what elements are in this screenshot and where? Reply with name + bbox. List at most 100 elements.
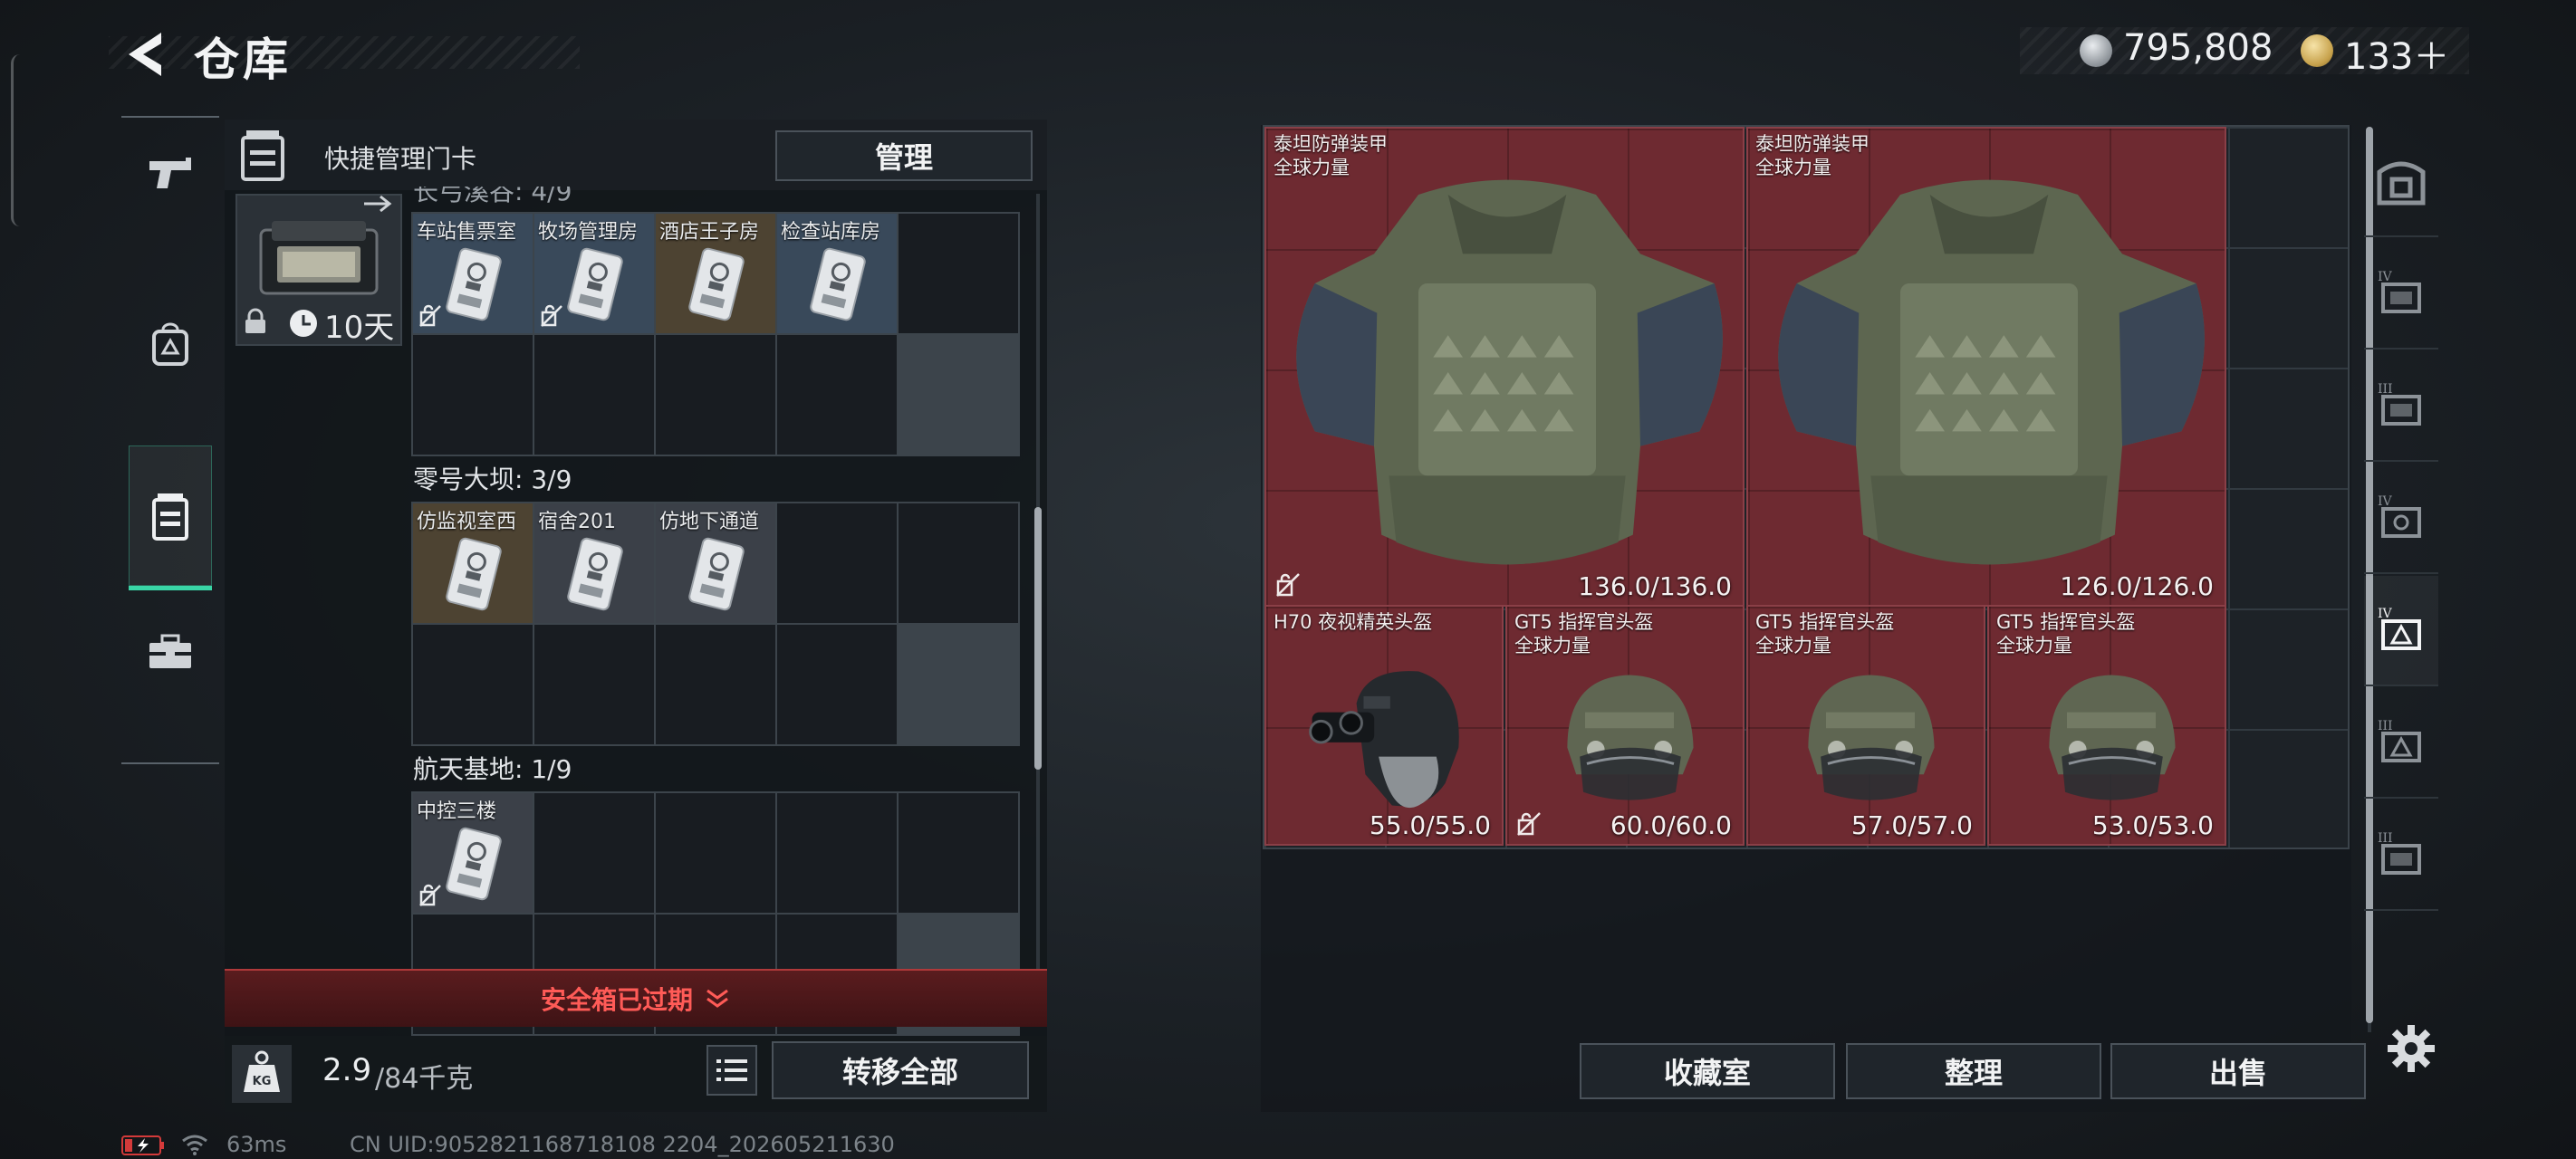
section-title-zero-dam: 零号大坝: 3/9 (413, 465, 572, 494)
empty-keycard-slot[interactable] (777, 793, 897, 913)
nav-item-keycard-case[interactable] (129, 445, 212, 590)
storage-item[interactable]: GT5 指挥官头盔 全球力量 57.0/57.0 (1746, 605, 1985, 846)
keycard-icon (444, 244, 504, 324)
item-name: GT5 指挥官头盔 (1514, 611, 1654, 633)
item-name-block: 泰坦防弹装甲 全球力量 (1274, 132, 1388, 179)
item-durability: 126.0/126.0 (2060, 571, 2214, 601)
item-name: GT5 指挥官头盔 (1996, 611, 2136, 633)
empty-keycard-slot[interactable] (777, 503, 897, 623)
item-durability: 136.0/136.0 (1578, 571, 1732, 601)
empty-keycard-slot[interactable] (534, 625, 654, 744)
empty-keycard-slot[interactable] (656, 793, 775, 913)
nav-item-pistol[interactable] (129, 129, 212, 219)
keycard-case-image (255, 214, 382, 299)
collection-room-button[interactable]: 收藏室 (1580, 1043, 1835, 1099)
storage-tab-6[interactable]: III (2364, 688, 2438, 799)
transfer-all-button[interactable]: 转移全部 (772, 1041, 1029, 1099)
empty-keycard-slot[interactable] (534, 335, 654, 455)
keycard-slot[interactable]: 牧场管理房 (534, 214, 654, 333)
untradeable-icon (1516, 811, 1542, 837)
keycard-slot[interactable]: 仿地下通道 (656, 503, 775, 623)
empty-keycard-slot[interactable] (777, 335, 897, 455)
back-button[interactable] (118, 27, 172, 81)
empty-keycard-slot[interactable] (656, 335, 775, 455)
keycard-label: 车站售票室 (417, 221, 517, 244)
safe-box-icon (2374, 154, 2428, 208)
empty-keycard-slot[interactable] (899, 503, 1018, 623)
ticket-icon (2301, 34, 2333, 67)
untradeable-icon (418, 884, 442, 907)
keycard-label: 牧场管理房 (538, 221, 639, 244)
empty-keycard-slot[interactable] (777, 625, 897, 744)
svg-text:III: III (2378, 719, 2393, 733)
keycard-slot[interactable]: 宿舍201 (534, 503, 654, 623)
list-view-button[interactable] (706, 1045, 757, 1096)
header-decoration (109, 36, 580, 69)
empty-keycard-slot[interactable] (899, 625, 1018, 744)
item-faction: 全球力量 (1514, 635, 1591, 656)
keycard-slot[interactable]: 车站售票室 (413, 214, 533, 333)
nav-item-toolbox[interactable] (129, 607, 212, 697)
manage-button[interactable]: 管理 (775, 130, 1033, 181)
keycard-slot[interactable]: 酒店王子房 (656, 214, 775, 333)
storage-iv-gear-icon: IV (2372, 489, 2430, 547)
empty-keycard-slot[interactable] (899, 214, 1018, 333)
screen-edge-decoration (11, 54, 20, 226)
storage-tab-5[interactable]: IV (2364, 576, 2438, 686)
weight-kg-icon: KG (243, 1050, 281, 1094)
ticket-balance[interactable]: 133＋ (2344, 27, 2449, 80)
item-name: 泰坦防弹装甲 (1274, 133, 1388, 155)
keycard-slot[interactable]: 中控三楼 (413, 793, 533, 913)
storage-tab-7[interactable]: III (2364, 800, 2438, 911)
keycard-scroll-thumb[interactable] (1034, 507, 1042, 770)
sell-button[interactable]: 出售 (2110, 1043, 2366, 1099)
keycard-grid-section-1: 车站售票室 牧场管理房 酒店王子房 检查站库房 (411, 212, 1020, 456)
storage-item[interactable]: 泰坦防弹装甲 全球力量 136.0/136.0 (1264, 127, 1745, 607)
toolbox-icon (148, 634, 193, 670)
safe-box-expired-bar[interactable]: 安全箱已过期 (225, 969, 1047, 1027)
sort-button[interactable]: 整理 (1846, 1043, 2101, 1099)
case-remaining-days: 10天 (324, 310, 395, 346)
storage-item[interactable]: 泰坦防弹装甲 全球力量 126.0/126.0 (1746, 127, 2226, 607)
storage-item[interactable]: GT5 指挥官头盔 全球力量 53.0/53.0 (1987, 605, 2226, 846)
keycard-slot[interactable]: 检查站库房 (777, 214, 897, 333)
storage-tab-4[interactable]: IV (2364, 464, 2438, 574)
max-weight: /84千克 (375, 1063, 474, 1095)
svg-text:IV: IV (2378, 270, 2393, 284)
keycard-icon (565, 534, 625, 614)
clock-icon (288, 308, 319, 339)
keycard-label: 检查站库房 (781, 221, 881, 244)
item-name: 泰坦防弹装甲 (1755, 133, 1870, 155)
svg-text:KG: KG (253, 1075, 272, 1088)
empty-keycard-slot[interactable] (899, 793, 1018, 913)
backpack-icon (150, 322, 190, 366)
storage-tab-1[interactable] (2364, 127, 2438, 237)
empty-keycard-slot[interactable] (534, 793, 654, 913)
storage-iii-b-icon: III (2372, 826, 2430, 884)
svg-text:IV: IV (2378, 607, 2393, 621)
keycard-slot[interactable]: 仿监视室西 (413, 503, 533, 623)
item-durability: 57.0/57.0 (1850, 810, 1973, 840)
item-durability: 60.0/60.0 (1610, 810, 1732, 840)
settings-gear-icon[interactable] (2384, 1021, 2438, 1076)
keycard-icon (808, 244, 868, 324)
empty-keycard-slot[interactable] (413, 335, 533, 455)
empty-keycard-slot[interactable] (413, 625, 533, 744)
empty-keycard-slot[interactable] (656, 625, 775, 744)
storage-tab-3[interactable]: III (2364, 351, 2438, 462)
svg-text:III: III (2378, 382, 2393, 397)
empty-keycard-slot[interactable] (899, 335, 1018, 455)
nav-item-backpack[interactable] (129, 290, 212, 398)
back-arrow-icon (129, 33, 161, 76)
left-category-nav (121, 116, 219, 764)
storage-tab-2[interactable]: IV (2364, 239, 2438, 350)
item-name: H70 夜视精英头盔 (1274, 611, 1433, 633)
storage-item[interactable]: GT5 指挥官头盔 全球力量 60.0/60.0 (1505, 605, 1745, 846)
item-name-block: GT5 指挥官头盔 全球力量 (1755, 610, 1894, 657)
network-ping: 63ms (226, 1132, 287, 1157)
item-durability: 53.0/53.0 (2091, 810, 2214, 840)
storage-active-icon: IV (2372, 601, 2430, 659)
untradeable-icon (1275, 572, 1301, 598)
coin-balance: 795,808 (2123, 27, 2273, 69)
storage-item[interactable]: H70 夜视精英头盔 55.0/55.0 (1264, 605, 1504, 846)
